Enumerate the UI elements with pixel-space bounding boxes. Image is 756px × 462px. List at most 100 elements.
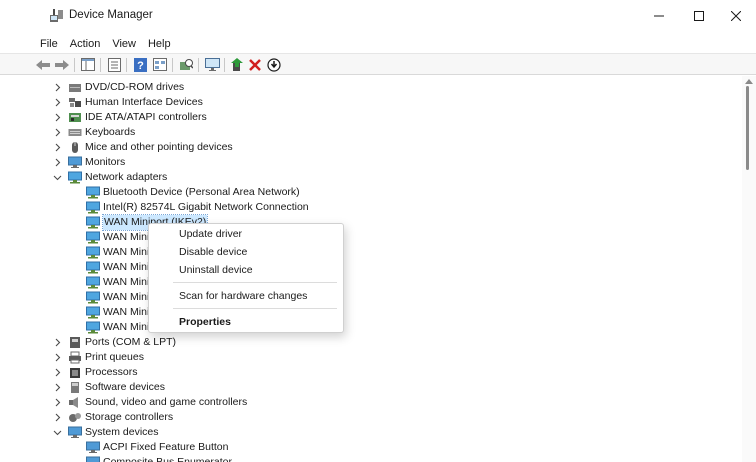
update-driver-button[interactable]: [228, 56, 246, 73]
network-adapter-icon: [86, 186, 100, 199]
tree-device-row[interactable]: Composite Bus Enumerator: [0, 455, 742, 462]
chevron-right-icon[interactable]: [53, 83, 62, 92]
chevron-down-icon[interactable]: [53, 173, 62, 182]
network-adapter-icon: [86, 231, 100, 244]
toolbar-separator: [126, 58, 127, 72]
chevron-right-icon[interactable]: [53, 398, 62, 407]
tree-category-row[interactable]: IDE ATA/ATAPI controllers: [0, 110, 742, 125]
tree-device-row[interactable]: WAN Miniport (IKEv2): [0, 214, 742, 231]
tree-device-row[interactable]: Bluetooth Device (Personal Area Network): [0, 185, 742, 200]
storage-controller-icon: [69, 413, 81, 422]
chevron-right-icon[interactable]: [53, 413, 62, 422]
keyboard-icon: [68, 129, 82, 136]
scan-hardware-icon: [180, 58, 193, 70]
network-adapter-icon: [86, 321, 100, 334]
chevron-right-icon[interactable]: [53, 383, 62, 392]
toolbar-separator: [172, 58, 173, 72]
tree-category-row[interactable]: Mice and other pointing devices: [0, 140, 742, 155]
help-icon: ?: [133, 57, 147, 72]
toolbar-separator: [224, 58, 225, 72]
tree-item-label: Processors: [85, 366, 138, 378]
download-circle-icon: [267, 57, 281, 72]
tree-device-row[interactable]: WAN Mini: [0, 260, 742, 275]
tree-category-row[interactable]: Processors: [0, 365, 742, 380]
mouse-icon: [72, 142, 78, 153]
network-adapter-icon: [68, 171, 82, 184]
network-adapter-icon: [86, 216, 100, 229]
enable-device-button[interactable]: [265, 56, 283, 73]
ctx-properties[interactable]: Properties: [179, 316, 231, 328]
menu-file[interactable]: File: [34, 35, 64, 53]
scan-hardware-button[interactable]: [177, 56, 195, 73]
forward-button[interactable]: [53, 56, 71, 73]
chevron-right-icon[interactable]: [53, 158, 62, 167]
ide-controller-icon: [69, 113, 81, 122]
chevron-right-icon[interactable]: [53, 368, 62, 377]
hid-icon: [69, 98, 81, 107]
tree-category-row[interactable]: Sound, video and game controllers: [0, 395, 742, 410]
monitor-icon: [204, 58, 220, 71]
dvd-drive-icon: [69, 84, 81, 92]
scroll-thumb[interactable]: [746, 86, 749, 170]
view-button[interactable]: [151, 56, 169, 73]
ctx-disable-device[interactable]: Disable device: [179, 246, 247, 258]
menu-view[interactable]: View: [106, 35, 142, 53]
update-driver-icon: [230, 57, 243, 71]
tree-device-row[interactable]: ACPI Fixed Feature Button: [0, 440, 742, 455]
ctx-scan-hardware[interactable]: Scan for hardware changes: [179, 290, 307, 302]
tree-device-row[interactable]: Intel(R) 82574L Gigabit Network Connecti…: [0, 200, 742, 215]
device-tree[interactable]: DVD/CD-ROM drives Human Interface Devices…: [0, 76, 742, 462]
tree-device-row[interactable]: WAN Mini: [0, 275, 742, 290]
tree-category-row[interactable]: Storage controllers: [0, 410, 742, 425]
tree-category-row[interactable]: Ports (COM & LPT): [0, 335, 742, 350]
tree-category-row[interactable]: Print queues: [0, 350, 742, 365]
tree-item-label: Bluetooth Device (Personal Area Network): [103, 186, 300, 198]
tree-item-label: Composite Bus Enumerator: [103, 456, 232, 462]
tree-device-row[interactable]: WAN Mini: [0, 245, 742, 260]
vertical-scrollbar[interactable]: [742, 76, 756, 462]
ctx-separator: [173, 282, 337, 283]
menu-action[interactable]: Action: [64, 35, 107, 53]
tree-category-row[interactable]: Network adapters: [0, 170, 742, 185]
tree-item-label: Intel(R) 82574L Gigabit Network Connecti…: [103, 201, 309, 213]
close-button[interactable]: [716, 0, 756, 32]
tree-device-row[interactable]: WAN Mini: [0, 230, 742, 245]
uninstall-button[interactable]: [246, 56, 264, 73]
tree-device-row[interactable]: WAN Mini: [0, 305, 742, 320]
toolbar: ?: [0, 53, 756, 75]
tree-category-row[interactable]: DVD/CD-ROM drives: [0, 80, 742, 95]
network-adapter-icon: [86, 201, 100, 214]
sound-icon: [69, 397, 78, 408]
chevron-down-icon[interactable]: [53, 428, 62, 437]
tree-item-label: WAN Mini: [103, 291, 150, 303]
chevron-right-icon[interactable]: [53, 98, 62, 107]
tree-item-label: WAN Mini: [103, 276, 150, 288]
tree-device-row[interactable]: WAN Mini: [0, 320, 742, 335]
close-icon: [731, 11, 741, 21]
tree-category-row[interactable]: Monitors: [0, 155, 742, 170]
show-hide-tree-button[interactable]: [79, 56, 97, 73]
tree-device-row[interactable]: WAN Mini: [0, 290, 742, 305]
back-button[interactable]: [34, 56, 52, 73]
ctx-uninstall-device[interactable]: Uninstall device: [179, 264, 253, 276]
tree-category-row[interactable]: Keyboards: [0, 125, 742, 140]
ctx-update-driver[interactable]: Update driver: [179, 228, 242, 240]
chevron-right-icon[interactable]: [53, 113, 62, 122]
properties-button[interactable]: [105, 56, 123, 73]
back-arrow-icon: [36, 59, 50, 70]
monitor-button[interactable]: [203, 56, 221, 73]
tree-category-row[interactable]: Human Interface Devices: [0, 95, 742, 110]
tree-category-row[interactable]: Software devices: [0, 380, 742, 395]
forward-arrow-icon: [55, 59, 69, 70]
tree-item-label: Storage controllers: [85, 411, 174, 423]
chevron-right-icon[interactable]: [53, 338, 62, 347]
printer-icon: [69, 351, 81, 364]
chevron-right-icon[interactable]: [53, 353, 62, 362]
chevron-right-icon[interactable]: [53, 143, 62, 152]
network-adapter-icon: [86, 246, 100, 259]
tree-category-row[interactable]: System devices: [0, 425, 742, 440]
scroll-up-icon[interactable]: [745, 78, 753, 84]
help-button[interactable]: ?: [131, 56, 149, 73]
menu-help[interactable]: Help: [142, 35, 177, 53]
chevron-right-icon[interactable]: [53, 128, 62, 137]
